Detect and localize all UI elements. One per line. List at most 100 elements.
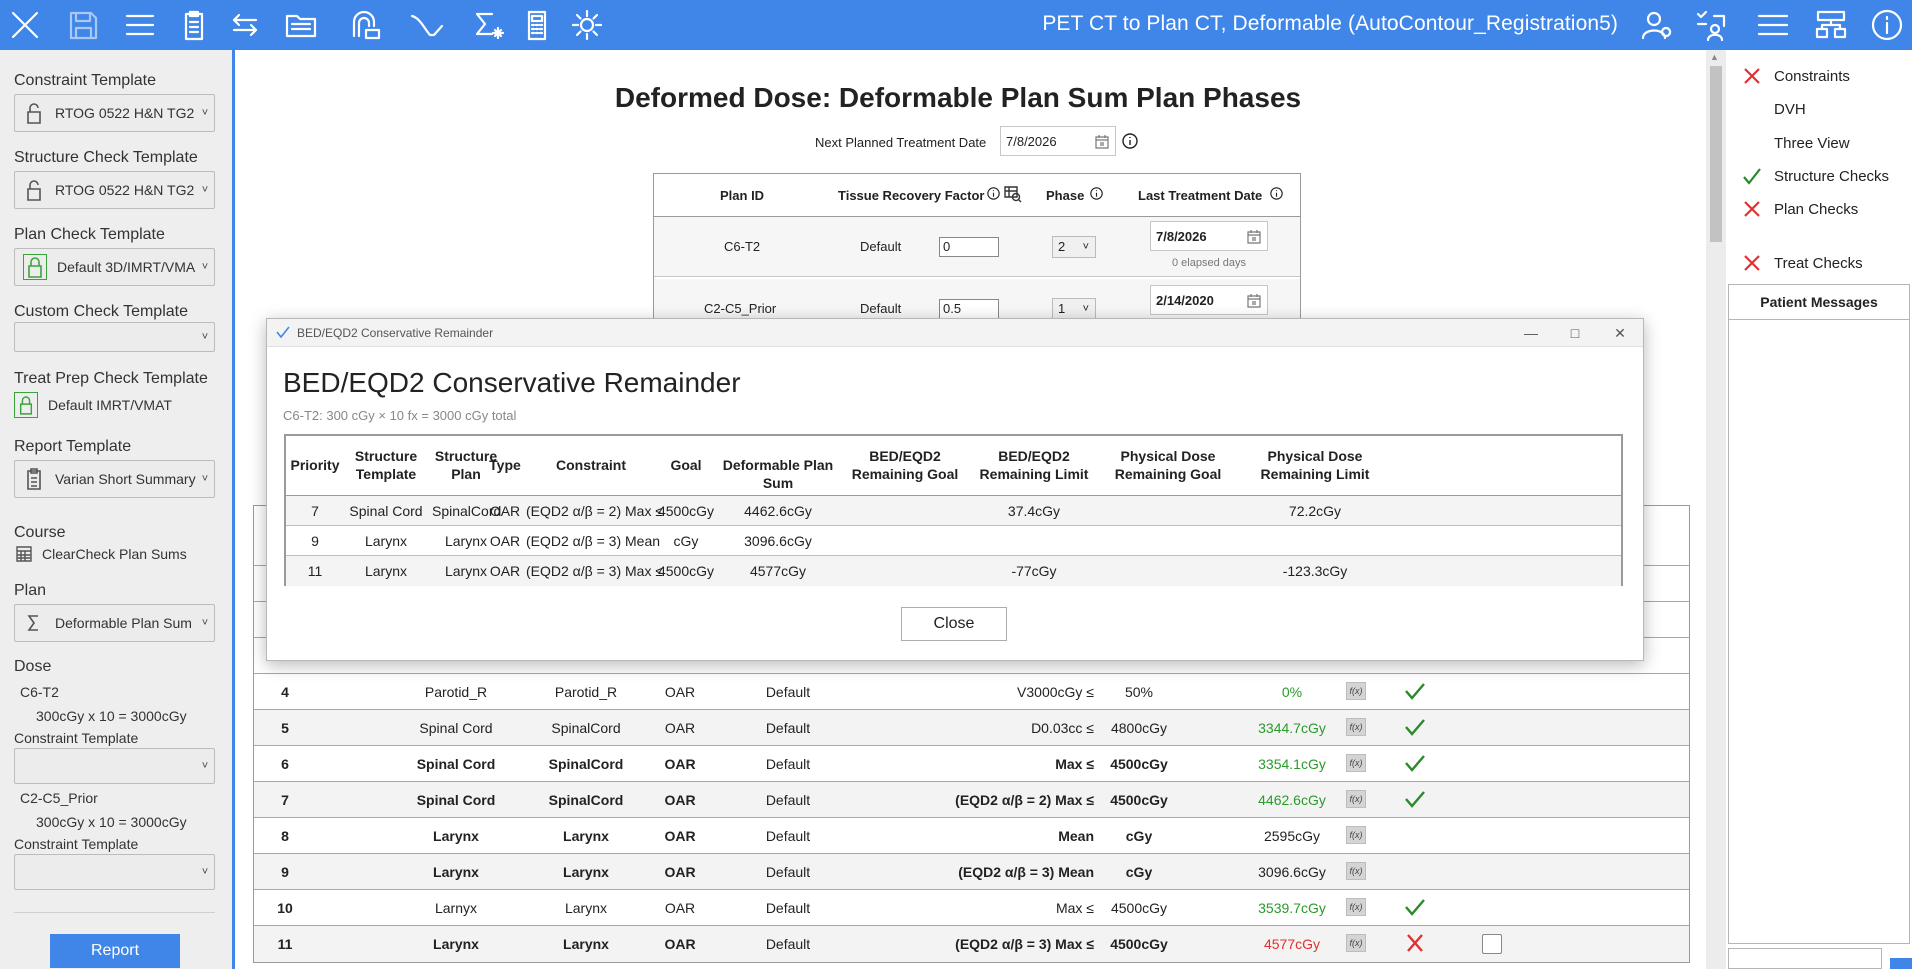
custom-check-template-select[interactable]: ˅ xyxy=(14,322,215,352)
nav-item-dvh[interactable]: DVH xyxy=(1742,99,1806,119)
formula-icon[interactable]: f(x) xyxy=(1346,682,1366,700)
last-treatment-date-input[interactable]: 2/14/2020 xyxy=(1150,285,1268,315)
formula-icon[interactable]: f(x) xyxy=(1346,754,1366,772)
formula-icon[interactable]: f(x) xyxy=(1346,934,1366,952)
nav-item-constraints[interactable]: Constraints xyxy=(1742,66,1850,86)
phase-select[interactable]: 1 xyxy=(1052,298,1096,319)
info-icon[interactable] xyxy=(1090,187,1103,200)
scroll-up-arrow-icon[interactable]: ▲ xyxy=(1710,52,1719,62)
registration-icon[interactable] xyxy=(345,4,387,46)
dose2-constraint-select[interactable]: ˅ xyxy=(14,854,215,890)
cell-type: OAR xyxy=(489,533,521,549)
plan-select[interactable]: Deformable Plan Sum ˅ xyxy=(14,604,215,642)
hamburger-menu-icon[interactable] xyxy=(1752,4,1794,46)
acknowledge-checkbox[interactable] xyxy=(1482,934,1502,954)
close-icon[interactable] xyxy=(4,4,46,46)
dose1-constraint-select[interactable]: ˅ xyxy=(14,748,215,784)
tissue-recovery: Default xyxy=(860,239,902,254)
minimize-icon[interactable]: — xyxy=(1519,323,1543,343)
cell-type: OAR xyxy=(489,563,521,579)
structure-type: OAR xyxy=(664,864,696,880)
swap-icon[interactable] xyxy=(224,4,266,46)
table-row: 7 Spinal Cord SpinalCord OAR (EQD2 α/β = 2) … xyxy=(286,496,1621,526)
nav-item-plan-checks[interactable]: Plan Checks xyxy=(1742,199,1858,219)
corner-button[interactable] xyxy=(1890,958,1912,969)
info-icon[interactable] xyxy=(1866,4,1908,46)
plan-id: C2-C5_Prior xyxy=(704,301,777,316)
menu-icon[interactable] xyxy=(119,4,161,46)
recovery-factor-input[interactable]: 0 xyxy=(939,237,999,257)
info-icon[interactable] xyxy=(1122,133,1138,149)
plan-value: Deformable Plan Sum xyxy=(55,615,192,631)
structure-type: OAR xyxy=(664,936,696,952)
last-treatment-date-value: 7/8/2026 xyxy=(1156,228,1207,244)
close-button[interactable]: Close xyxy=(901,607,1007,641)
folder-icon[interactable] xyxy=(280,4,322,46)
nav-item-three-view[interactable]: Three View xyxy=(1742,133,1850,153)
unlock-icon xyxy=(23,177,45,203)
save-icon[interactable] xyxy=(62,4,104,46)
goal: cGy xyxy=(1125,864,1153,880)
goal: 4500cGy xyxy=(1110,900,1168,916)
checklist-user-icon[interactable] xyxy=(1690,4,1732,46)
constraint-template-select[interactable]: RTOG 0522 H&N TG2 ˅ xyxy=(14,94,215,132)
structure-template: Spinal Cord xyxy=(416,756,496,772)
next-date-value: 7/8/2026 xyxy=(1006,133,1057,149)
table-search-icon[interactable] xyxy=(1004,185,1022,203)
formula-icon[interactable]: f(x) xyxy=(1346,862,1366,880)
fail-x-icon xyxy=(1404,933,1426,953)
treat-prep-check-template[interactable]: Default IMRT/VMAT xyxy=(14,392,172,418)
dialog-subtitle: C6-T2: 300 cGy × 10 fx = 3000 cGy total xyxy=(283,408,517,423)
calendar-icon[interactable] xyxy=(1247,230,1261,244)
scrollbar-thumb[interactable] xyxy=(1710,66,1722,242)
next-date-input[interactable]: 7/8/2026 xyxy=(1000,126,1116,156)
plan-check-template-select[interactable]: Default 3D/IMRT/VMA ˅ xyxy=(14,248,215,286)
info-icon[interactable] xyxy=(987,187,1000,200)
settings-gear-icon[interactable] xyxy=(566,4,608,46)
nav-item-treat-checks[interactable]: Treat Checks xyxy=(1742,253,1863,273)
table-row: 11 Larynx Larynx OAR Default (EQD2 α/β = 3) M… xyxy=(254,926,1689,962)
structure-template: Larynx xyxy=(433,864,479,880)
structure-check-template-select[interactable]: RTOG 0522 H&N TG2 ˅ xyxy=(14,171,215,209)
calculator-icon[interactable] xyxy=(516,4,558,46)
checkmark-icon xyxy=(275,325,291,339)
structure-plan: SpinalCord xyxy=(551,720,621,736)
maximize-icon[interactable]: □ xyxy=(1563,323,1587,343)
tissue-recovery-factor: Default xyxy=(765,936,811,952)
col-type: Type xyxy=(489,457,521,473)
dialog-window-title: BED/EQD2 Conservative Remainder xyxy=(297,326,494,340)
col-constraint: Constraint xyxy=(556,457,626,473)
chevron-down-icon: ˅ xyxy=(201,184,209,196)
clipboard-icon[interactable] xyxy=(173,4,215,46)
formula-icon[interactable]: f(x) xyxy=(1346,826,1366,844)
calendar-icon[interactable] xyxy=(1095,135,1109,149)
info-icon[interactable] xyxy=(1270,187,1283,200)
col-physical-remaining-limit: Physical Dose Remaining Limit xyxy=(1260,448,1370,482)
constraint: (EQD2 α/β = 3) Mean xyxy=(958,864,1094,880)
phase-select[interactable]: 2 xyxy=(1052,236,1096,258)
table-row: 4 Parotid_R Parotid_R OAR Default V3000cGy ≤ 5… xyxy=(254,674,1689,710)
formula-icon[interactable]: f(x) xyxy=(1346,790,1366,808)
cell-constraint: (EQD2 α/β = 3) Mean xyxy=(526,533,661,549)
row-number: 8 xyxy=(281,828,289,844)
nav-item-structure-checks[interactable]: Structure Checks xyxy=(1742,166,1889,186)
message-input[interactable] xyxy=(1728,948,1882,969)
dialog-titlebar: BED/EQD2 Conservative Remainder — □ ✕ xyxy=(267,319,1643,347)
close-icon[interactable]: ✕ xyxy=(1608,323,1632,343)
structure-template: Parotid_R xyxy=(424,684,488,700)
dose-curve-icon[interactable] xyxy=(406,4,448,46)
formula-icon[interactable]: f(x) xyxy=(1346,898,1366,916)
recovery-factor-input[interactable]: 0.5 xyxy=(939,299,999,319)
calendar-grid-icon xyxy=(14,544,34,564)
user-settings-icon[interactable] xyxy=(1636,4,1678,46)
course-value-row: ClearCheck Plan Sums xyxy=(14,544,187,564)
sigma-plan-sum-icon[interactable] xyxy=(466,4,508,46)
formula-icon[interactable]: f(x) xyxy=(1346,718,1366,736)
hierarchy-icon[interactable] xyxy=(1810,4,1852,46)
report-template-select[interactable]: Varian Short Summary ˅ xyxy=(14,460,215,498)
tissue-recovery-factor: Default xyxy=(765,792,811,808)
report-button[interactable]: Report xyxy=(50,934,180,968)
structure-type: OAR xyxy=(664,720,696,736)
last-treatment-date-input[interactable]: 7/8/2026 xyxy=(1150,221,1268,251)
calendar-icon[interactable] xyxy=(1247,294,1261,308)
